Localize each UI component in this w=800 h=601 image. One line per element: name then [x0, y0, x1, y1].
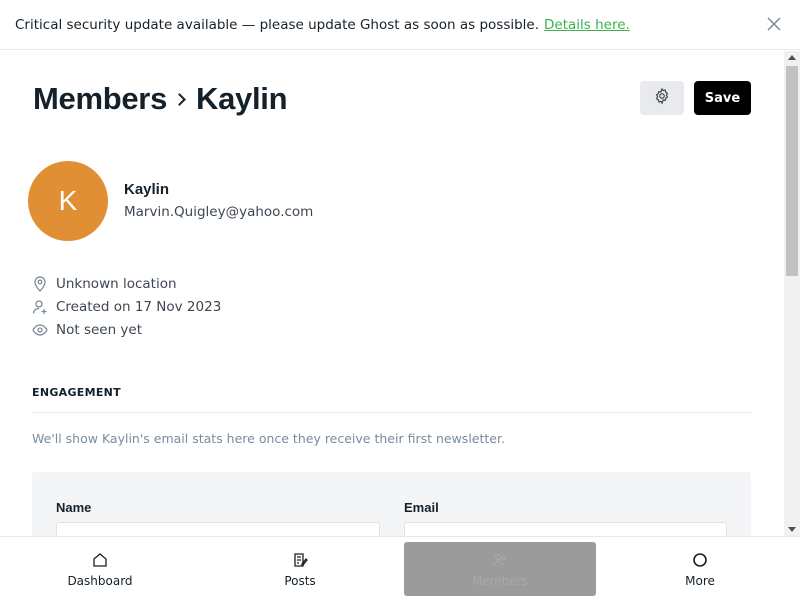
- home-icon: [91, 551, 109, 569]
- divider: [32, 412, 751, 413]
- location-text: Unknown location: [56, 276, 177, 292]
- created-row: Created on 17 Nov 2023: [32, 299, 221, 315]
- eye-icon: [32, 322, 48, 338]
- nav-posts[interactable]: Posts: [200, 537, 400, 601]
- circle-icon: [691, 551, 709, 569]
- nav-dashboard[interactable]: Dashboard: [0, 537, 200, 601]
- seen-row: Not seen yet: [32, 322, 142, 338]
- banner-message: Critical security update available — ple…: [15, 16, 540, 33]
- location-pin-icon: [32, 276, 48, 292]
- breadcrumb-current: Kaylin: [196, 81, 288, 116]
- member-detail-page: Members Kaylin Save K Kaylin Marvin.Quig…: [0, 51, 784, 536]
- breadcrumb-members[interactable]: Members: [33, 81, 167, 117]
- name-field[interactable]: [56, 522, 380, 536]
- scroll-down-icon[interactable]: [788, 527, 796, 532]
- bottom-nav: Dashboard Posts Members More: [0, 536, 800, 600]
- scrollbar[interactable]: [784, 51, 800, 536]
- update-banner: Critical security update available — ple…: [0, 0, 800, 50]
- email-field[interactable]: [404, 522, 727, 536]
- nav-dashboard-label: Dashboard: [67, 573, 133, 588]
- member-email: Marvin.Quigley@yahoo.com: [124, 204, 314, 220]
- nav-members-label: Members: [472, 573, 528, 588]
- email-label: Email: [404, 500, 439, 515]
- avatar: K: [28, 161, 108, 241]
- location-row: Unknown location: [32, 276, 177, 292]
- member-name: Kaylin: [124, 181, 170, 198]
- engagement-note: We'll show Kaylin's email stats here onc…: [32, 431, 505, 446]
- members-icon: [491, 551, 509, 569]
- user-add-icon: [32, 299, 48, 315]
- member-form: Name Email: [32, 472, 751, 536]
- posts-icon: [291, 551, 309, 569]
- scroll-up-icon[interactable]: [788, 55, 796, 60]
- gear-icon: [653, 87, 671, 109]
- details-link[interactable]: Details here.: [544, 17, 630, 33]
- chevron-right-icon: [173, 92, 186, 106]
- save-button[interactable]: Save: [694, 81, 751, 115]
- close-icon[interactable]: [766, 16, 782, 32]
- engagement-heading: ENGAGEMENT: [32, 386, 121, 399]
- settings-button[interactable]: [640, 81, 684, 115]
- nav-more[interactable]: More: [600, 537, 800, 601]
- nav-more-label: More: [685, 573, 715, 588]
- nav-members[interactable]: Members: [404, 542, 596, 596]
- nav-posts-label: Posts: [284, 573, 316, 588]
- page-title: Members Kaylin: [33, 81, 288, 117]
- created-text: Created on 17 Nov 2023: [56, 299, 222, 315]
- scrollbar-thumb[interactable]: [786, 66, 798, 276]
- name-label: Name: [56, 500, 92, 515]
- seen-text: Not seen yet: [56, 322, 143, 338]
